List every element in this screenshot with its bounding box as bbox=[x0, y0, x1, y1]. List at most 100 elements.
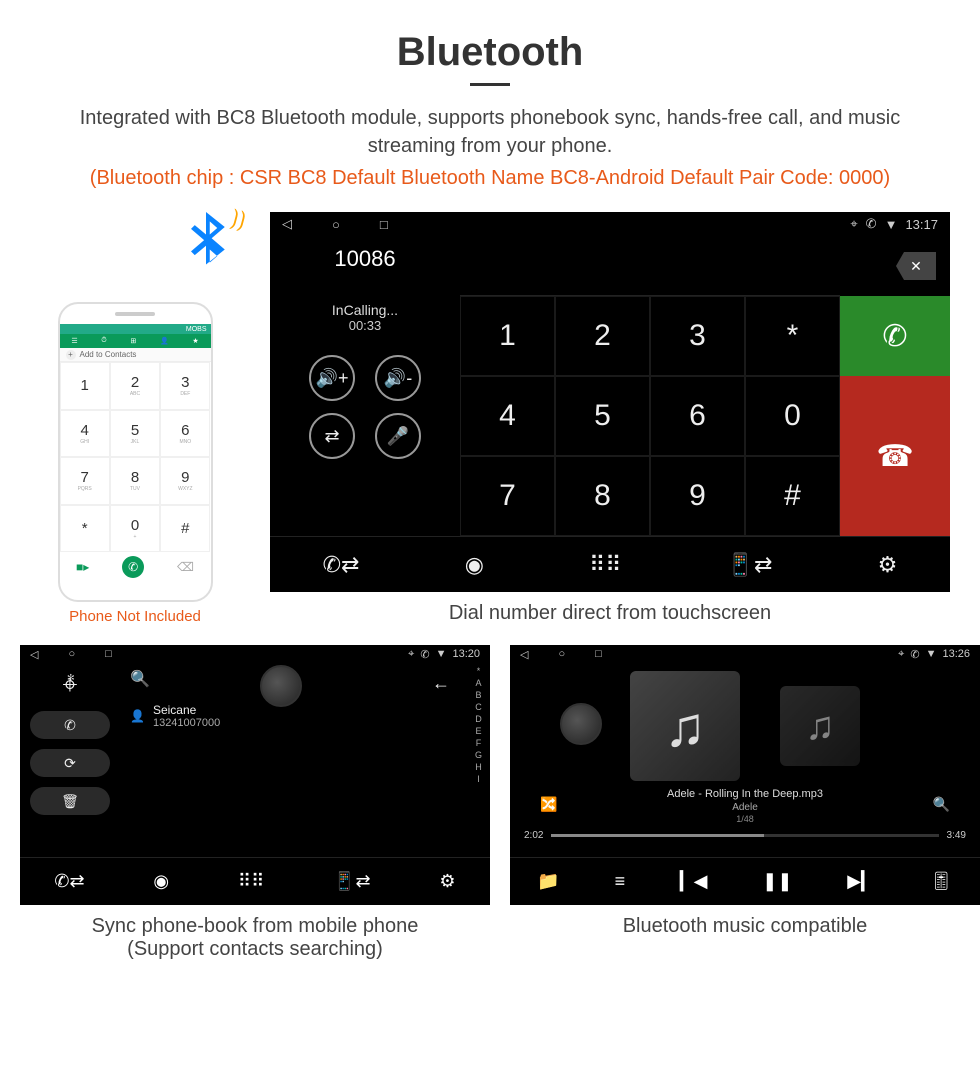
equalizer-button[interactable]: 🎚 bbox=[930, 871, 953, 892]
index-I[interactable]: I bbox=[475, 773, 482, 785]
phonebook-caption: Sync phone-book from mobile phone bbox=[20, 915, 490, 938]
phone-key-4: 4GHI bbox=[60, 410, 110, 458]
playlist-button[interactable]: ≡ bbox=[615, 871, 626, 892]
signal-wave-icon: ⟯⟯ bbox=[228, 205, 249, 234]
dial-key-8[interactable]: 8 bbox=[555, 456, 650, 536]
elapsed-time: 2:02 bbox=[524, 830, 543, 841]
nav-home-icon[interactable]: ○ bbox=[68, 648, 75, 661]
add-to-contacts: +Add to Contacts bbox=[60, 348, 211, 362]
track-filename: Adele - Rolling In the Deep.mp3 bbox=[510, 787, 980, 801]
bluetooth-icon: ⟯⟯ bbox=[182, 212, 230, 285]
location-icon: ⌖ bbox=[850, 216, 857, 232]
search-icon[interactable]: 🔍 bbox=[933, 796, 950, 813]
call-duration: 00:33 bbox=[349, 318, 382, 333]
progress-bar[interactable] bbox=[551, 834, 938, 837]
dial-key-9[interactable]: 9 bbox=[650, 456, 745, 536]
settings-tab[interactable]: ⚙ bbox=[439, 871, 455, 892]
contacts-tab[interactable]: ◉ bbox=[153, 871, 169, 892]
mic-button[interactable]: 🎤 bbox=[375, 413, 421, 459]
phone-not-included-label: Phone Not Included bbox=[20, 608, 250, 625]
shuffle-icon[interactable]: 🔀 bbox=[540, 796, 557, 813]
dial-key-1[interactable]: 1 bbox=[460, 296, 555, 376]
phone-key-6: 6MNO bbox=[160, 410, 210, 458]
phone-tabs: ☰⏱⊞👤★ bbox=[60, 334, 211, 348]
sync-button[interactable]: ⟳ bbox=[30, 749, 110, 777]
index-E[interactable]: E bbox=[475, 725, 482, 737]
pause-button[interactable]: ❚❚ bbox=[762, 871, 792, 892]
dial-key-3[interactable]: 3 bbox=[650, 296, 745, 376]
index-F[interactable]: F bbox=[475, 737, 482, 749]
location-icon: ⌖ bbox=[898, 648, 904, 661]
album-art-current[interactable]: ♫ bbox=[630, 671, 740, 781]
nav-back-icon[interactable]: ◁ bbox=[30, 648, 38, 661]
index-B[interactable]: B bbox=[475, 689, 482, 701]
index-G[interactable]: G bbox=[475, 749, 482, 761]
phone-status-icon: ✆ bbox=[910, 648, 919, 661]
nav-back-icon[interactable]: ◁ bbox=[282, 216, 292, 232]
settings-tab[interactable]: ⚙ bbox=[878, 552, 898, 578]
device-tab[interactable]: 📱⇄ bbox=[333, 871, 371, 892]
bluetooth-icon[interactable]: ⌖⃰ bbox=[63, 669, 78, 701]
page-title: Bluetooth bbox=[20, 30, 960, 75]
nav-recent-icon[interactable]: □ bbox=[105, 648, 112, 661]
phone-status-icon: ✆ bbox=[420, 648, 429, 661]
back-arrow-icon[interactable]: ← bbox=[432, 673, 450, 694]
call-log-button[interactable]: ✆ bbox=[30, 711, 110, 739]
dial-key-2[interactable]: 2 bbox=[555, 296, 650, 376]
assist-button[interactable] bbox=[260, 665, 302, 707]
nav-home-icon[interactable]: ○ bbox=[332, 217, 340, 232]
status-time: 13:20 bbox=[452, 648, 480, 661]
volume-down-button[interactable]: 🔊- bbox=[375, 355, 421, 401]
next-button[interactable]: ▶▎ bbox=[847, 871, 875, 892]
folder-button[interactable]: 📁 bbox=[537, 871, 559, 892]
nav-home-icon[interactable]: ○ bbox=[558, 648, 565, 661]
dial-key-6[interactable]: 6 bbox=[650, 376, 745, 456]
phone-key-8: 8TUV bbox=[110, 457, 160, 505]
dialer-screenshot: ◁ ○ □ ⌖ ✆ ▼ 13:17 10086 InCalling... bbox=[270, 212, 950, 592]
call-log-tab[interactable]: ✆⇄ bbox=[323, 552, 360, 578]
total-time: 3:49 bbox=[947, 830, 966, 841]
volume-up-button[interactable]: 🔊+ bbox=[309, 355, 355, 401]
dial-key-star[interactable]: * bbox=[745, 296, 840, 376]
delete-button[interactable]: 🗑 bbox=[30, 787, 110, 815]
nav-recent-icon[interactable]: □ bbox=[380, 217, 388, 232]
status-time: 13:26 bbox=[942, 648, 970, 661]
album-art-next[interactable]: ♫ bbox=[780, 686, 860, 766]
video-icon: ■▸ bbox=[76, 560, 89, 574]
index-*[interactable]: * bbox=[475, 665, 482, 677]
hangup-button[interactable]: ☎ bbox=[840, 376, 950, 536]
search-icon[interactable]: 🔍 bbox=[130, 669, 480, 689]
call-log-tab[interactable]: ✆⇄ bbox=[54, 871, 84, 892]
index-C[interactable]: C bbox=[475, 701, 482, 713]
phone-key-3: 3DEF bbox=[160, 362, 210, 410]
track-artist: Adele bbox=[510, 801, 980, 814]
status-time: 13:17 bbox=[905, 217, 938, 232]
keypad-tab[interactable]: ⠿⠿ bbox=[589, 552, 621, 578]
location-icon: ⌖ bbox=[408, 648, 414, 661]
bluetooth-spec: (Bluetooth chip : CSR BC8 Default Blueto… bbox=[80, 164, 900, 192]
device-tab[interactable]: 📱⇄ bbox=[727, 552, 773, 578]
phone-status-bar: MOBS bbox=[60, 324, 211, 334]
index-A[interactable]: A bbox=[475, 677, 482, 689]
alphabet-index[interactable]: *ABCDEFGHI bbox=[475, 665, 482, 785]
contact-row[interactable]: 👤 Seicane 13241007000 bbox=[130, 703, 480, 729]
signal-icon: ▼ bbox=[926, 648, 937, 661]
dial-key-4[interactable]: 4 bbox=[460, 376, 555, 456]
backspace-button[interactable]: ✕ bbox=[840, 236, 950, 296]
prev-button[interactable]: ▎◀ bbox=[680, 871, 708, 892]
dial-key-0[interactable]: 0 bbox=[745, 376, 840, 456]
call-status-label: InCalling... bbox=[332, 302, 398, 318]
dial-key-7[interactable]: 7 bbox=[460, 456, 555, 536]
dial-display bbox=[460, 236, 840, 296]
dial-key-hash[interactable]: # bbox=[745, 456, 840, 536]
dial-key-5[interactable]: 5 bbox=[555, 376, 650, 456]
nav-back-icon[interactable]: ◁ bbox=[520, 648, 528, 661]
index-D[interactable]: D bbox=[475, 713, 482, 725]
index-H[interactable]: H bbox=[475, 761, 482, 773]
nav-recent-icon[interactable]: □ bbox=[595, 648, 602, 661]
page-subtitle: Integrated with BC8 Bluetooth module, su… bbox=[60, 104, 920, 160]
transfer-button[interactable]: ⇄ bbox=[309, 413, 355, 459]
keypad-tab[interactable]: ⠿⠿ bbox=[238, 871, 264, 892]
contacts-tab[interactable]: ◉ bbox=[465, 552, 484, 578]
call-button[interactable]: ✆ bbox=[840, 296, 950, 376]
